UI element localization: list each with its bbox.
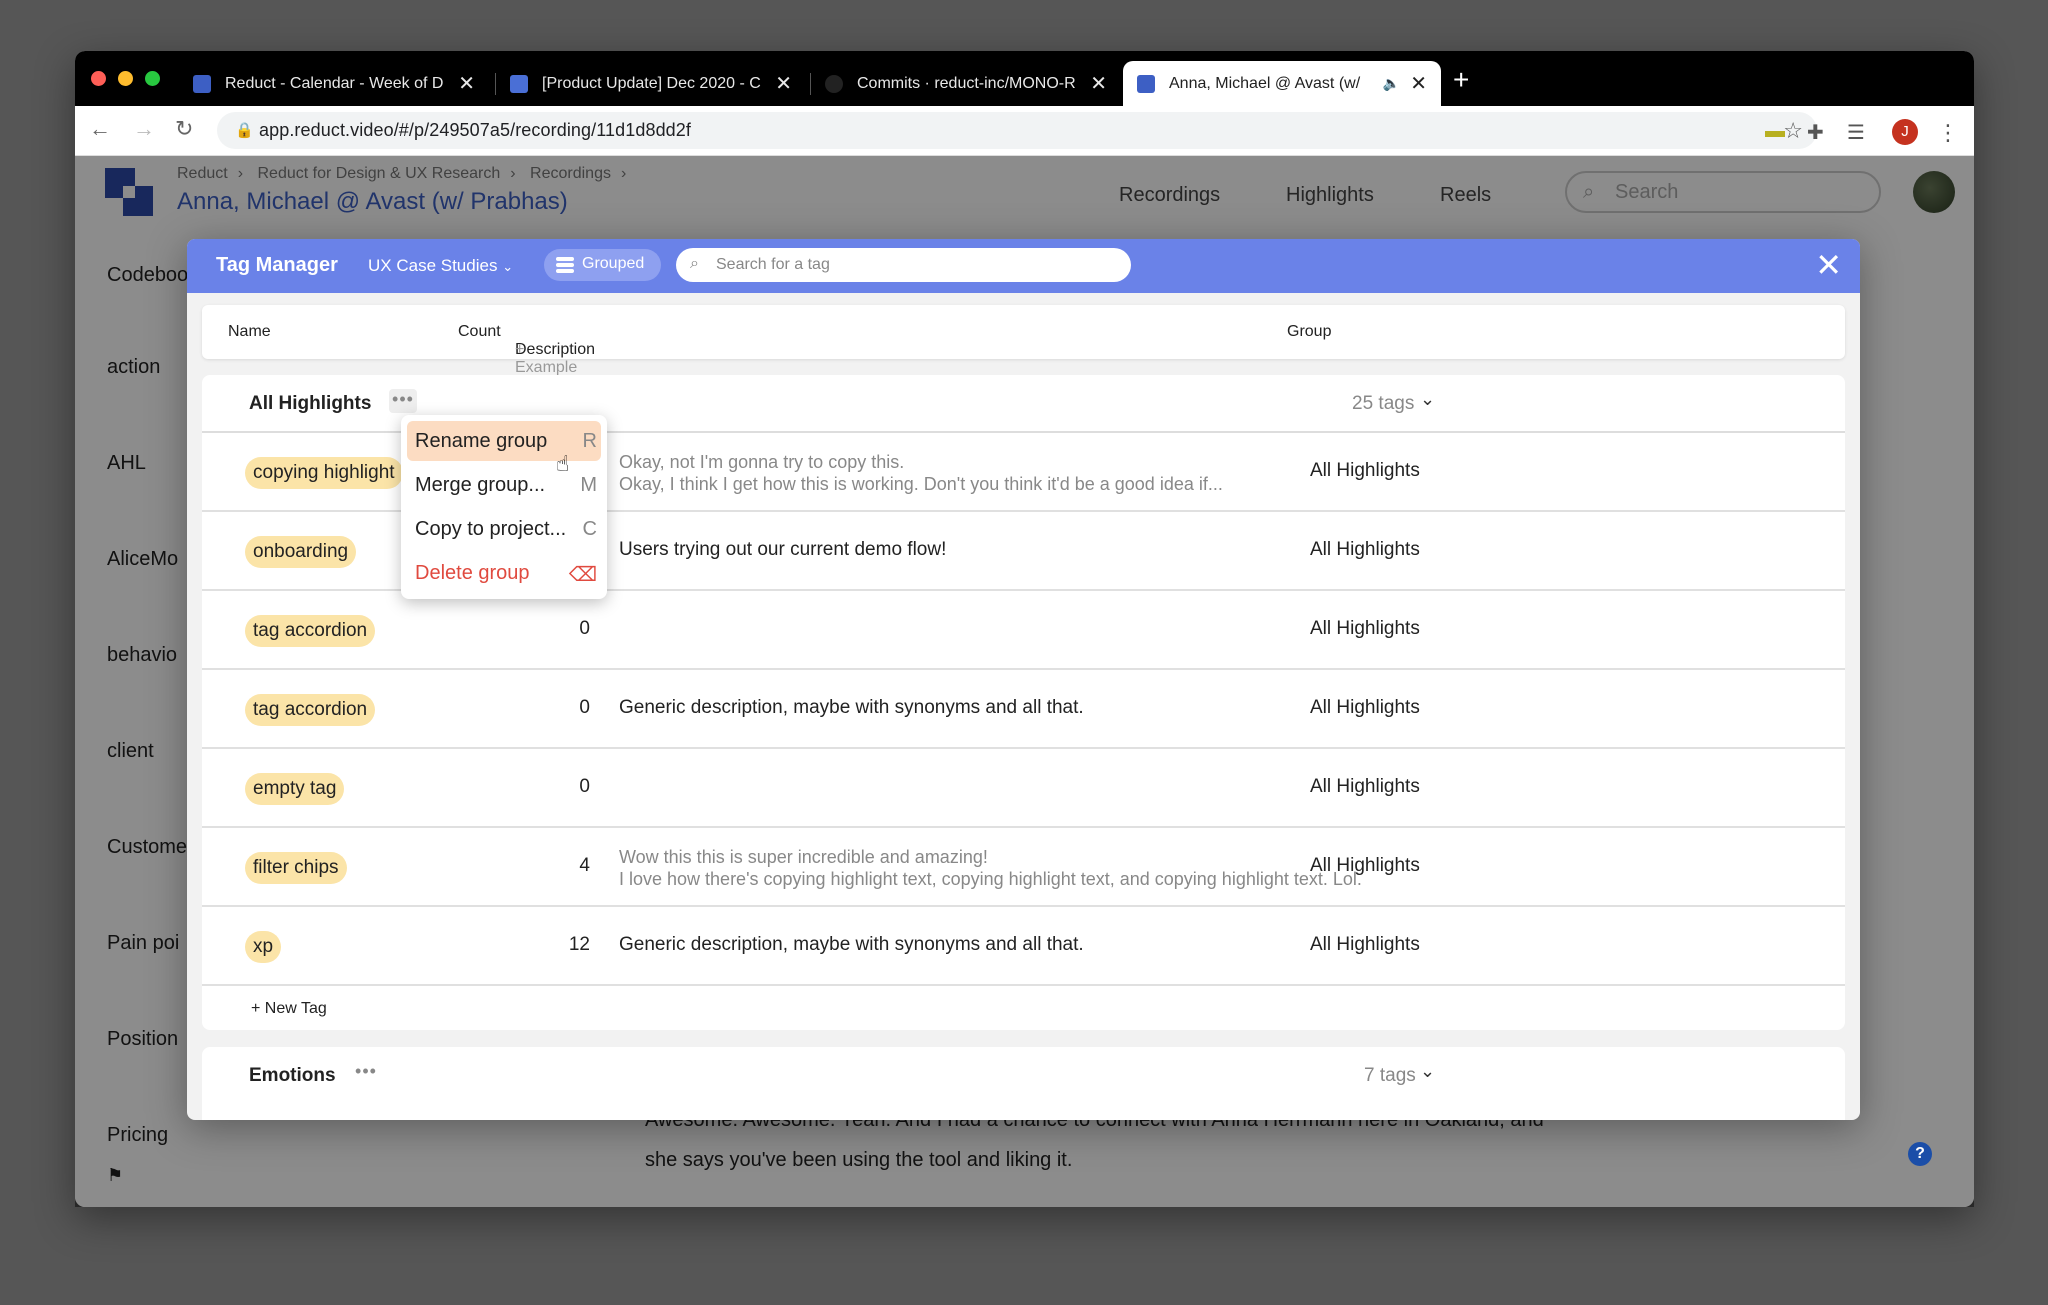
tag-chip[interactable]: copying highlight	[245, 457, 403, 489]
back-icon[interactable]: ←	[89, 116, 111, 142]
close-window-button[interactable]	[91, 71, 106, 86]
tag-description[interactable]: Generic description, maybe with synonyms…	[619, 934, 1084, 956]
group-header[interactable]: Emotions ••• 7 tags ⌄	[202, 1047, 1845, 1105]
browser-tab-product-update[interactable]: [Product Update] Dec 2020 - C ✕	[496, 61, 806, 106]
table-row[interactable]: xp 12 Generic description, maybe with sy…	[202, 907, 1845, 986]
group-context-menu: Rename group R Merge group... M Copy to pr…	[401, 415, 607, 599]
chevron-down-icon: ⌄	[502, 259, 514, 274]
reduct-favicon-icon	[1137, 74, 1155, 93]
address-bar: ← → ↻ 🔒 app.reduct.video/#/p/249507a5/re…	[75, 106, 1974, 156]
tag-search-input[interactable]: ⌕ Search for a tag	[676, 248, 1131, 282]
new-tag-button[interactable]: + New Tag	[251, 1000, 327, 1018]
stack-icon	[556, 257, 574, 273]
minimize-window-button[interactable]	[118, 71, 133, 86]
browser-tab-calendar[interactable]: Reduct - Calendar - Week of D ✕	[179, 61, 489, 106]
search-icon: ⌕	[690, 255, 699, 272]
tag-chip[interactable]: tag accordion	[245, 694, 376, 726]
table-row[interactable]: empty tag 0 All Highlights	[202, 749, 1845, 828]
help-button[interactable]: ?	[1908, 1142, 1932, 1166]
project-dropdown[interactable]: UX Case Studies ⌄	[368, 256, 513, 276]
tag-description[interactable]: Okay, not I'm gonna try to copy this. Oka…	[619, 451, 1223, 495]
close-tab-icon[interactable]: ✕	[775, 71, 792, 96]
modal-header: Tag Manager UX Case Studies ⌄ Grouped ⌕ …	[187, 239, 1860, 293]
tag-manager-modal: Tag Manager UX Case Studies ⌄ Grouped ⌕ …	[187, 239, 1860, 1120]
close-modal-icon[interactable]: ✕	[1815, 247, 1842, 283]
merge-group-item[interactable]: Merge group... M	[407, 465, 601, 505]
browser-tab-active[interactable]: Anna, Michael @ Avast (w/ 🔈 ✕	[1123, 61, 1441, 106]
extension-icon[interactable]: ▬	[1765, 120, 1785, 143]
tag-description[interactable]: Generic description, maybe with synonyms…	[619, 697, 1084, 719]
zoom-window-button[interactable]	[145, 71, 160, 86]
close-tab-icon[interactable]: ✕	[1090, 71, 1107, 96]
close-tab-icon[interactable]: ✕	[1410, 71, 1427, 96]
modal-title: Tag Manager	[216, 254, 338, 276]
group-emotions: Emotions ••• 7 tags ⌄	[202, 1047, 1845, 1120]
url-field[interactable]: 🔒 app.reduct.video/#/p/249507a5/recordin…	[217, 112, 1817, 149]
column-name[interactable]: Name	[228, 323, 271, 341]
document-favicon-icon	[510, 74, 528, 93]
table-row[interactable]: tag accordion 0 All Highlights	[202, 591, 1845, 670]
tag-chip[interactable]: xp	[245, 931, 282, 963]
lock-icon: 🔒	[235, 122, 254, 139]
close-tab-icon[interactable]: ✕	[458, 71, 475, 96]
reload-icon[interactable]: ↻	[175, 116, 193, 142]
forward-icon[interactable]: →	[133, 116, 155, 142]
tag-description[interactable]: Wow this this is super incredible and am…	[619, 846, 1362, 890]
delete-icon: ⌫	[568, 564, 597, 586]
profile-avatar[interactable]: J	[1892, 119, 1918, 145]
calendar-favicon-icon	[193, 74, 211, 93]
tag-chip[interactable]: filter chips	[245, 852, 347, 884]
table-row[interactable]: tag accordion 0 Generic description, may…	[202, 670, 1845, 749]
media-control-icon[interactable]: ☰	[1847, 120, 1865, 145]
puzzle-icon[interactable]: ✚	[1807, 120, 1824, 145]
hand-cursor-icon: ☝	[556, 451, 570, 476]
audio-playing-icon[interactable]: 🔈	[1383, 75, 1400, 92]
window-controls	[91, 71, 160, 86]
menu-kebab-icon[interactable]: ⋮	[1937, 120, 1959, 146]
chevron-down-icon[interactable]: ⌄	[1420, 389, 1435, 410]
table-header: Name Count Description + Example Highlig…	[202, 305, 1845, 394]
table-row[interactable]: filter chips 4 Wow this this is super in…	[202, 828, 1845, 907]
bookmark-star-icon[interactable]: ☆	[1783, 118, 1803, 144]
new-tab-button[interactable]: +	[1453, 64, 1469, 96]
group-options-icon[interactable]: •••	[352, 1061, 380, 1085]
tag-chip[interactable]: onboarding	[245, 536, 357, 568]
column-group[interactable]: Group	[1287, 323, 1331, 341]
rename-group-item[interactable]: Rename group R	[407, 421, 601, 461]
github-favicon-icon	[825, 74, 843, 93]
tag-description[interactable]: Users trying out our current demo flow!	[619, 539, 946, 561]
tag-chip[interactable]: tag accordion	[245, 615, 376, 647]
column-count[interactable]: Count	[458, 323, 501, 341]
tag-chip[interactable]: empty tag	[245, 773, 345, 805]
copy-to-project-item[interactable]: Copy to project... C	[407, 509, 601, 549]
tab-bar: Reduct - Calendar - Week of D ✕ [Product…	[75, 51, 1974, 106]
grouped-toggle[interactable]: Grouped	[544, 249, 661, 281]
browser-tab-commits[interactable]: Commits · reduct-inc/MONO-R ✕	[811, 61, 1121, 106]
delete-group-item[interactable]: Delete group ⌫	[407, 553, 601, 593]
chevron-down-icon[interactable]: ⌄	[1420, 1061, 1435, 1082]
group-options-icon[interactable]: •••	[389, 389, 417, 413]
